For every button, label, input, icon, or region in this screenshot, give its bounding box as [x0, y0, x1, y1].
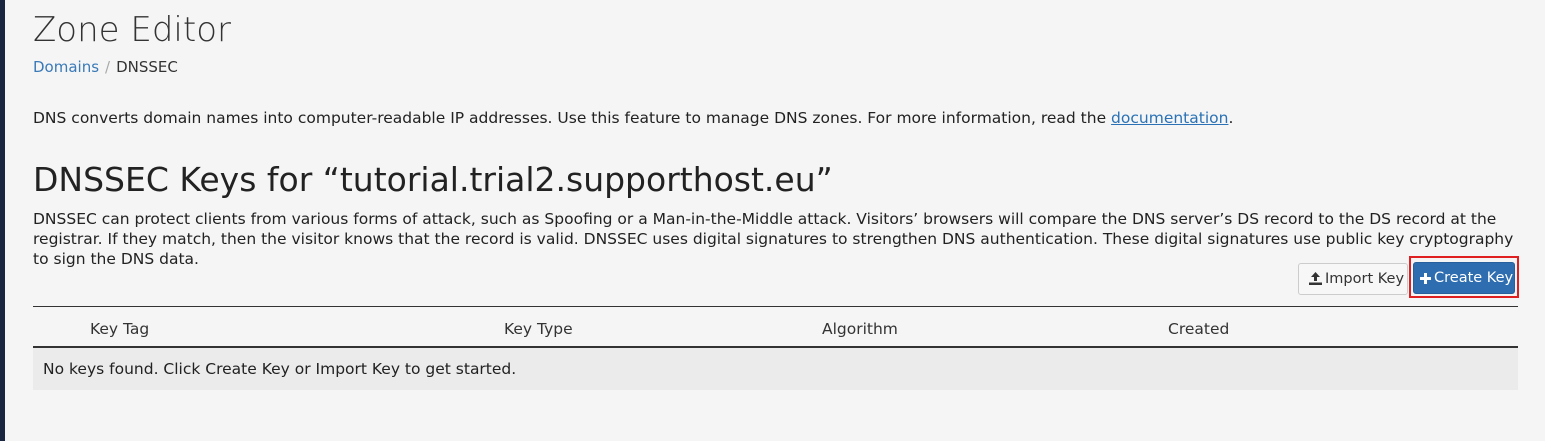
intro-suffix: . — [1228, 109, 1234, 127]
dnssec-keys-table: Key Tag Key Type Algorithm Created No ke… — [33, 306, 1518, 390]
breadcrumb: Domains / DNSSEC — [33, 57, 178, 77]
left-sidebar-rail — [0, 0, 5, 441]
column-header-created[interactable]: Created — [1168, 319, 1229, 339]
create-key-label: Create Key — [1434, 270, 1514, 286]
plus-icon — [1420, 273, 1431, 284]
documentation-link[interactable]: documentation — [1111, 109, 1228, 127]
intro-text: DNS converts domain names into computer-… — [33, 109, 1112, 127]
column-header-key-tag[interactable]: Key Tag — [90, 319, 149, 339]
breadcrumb-domains-link[interactable]: Domains — [33, 58, 99, 76]
column-header-algorithm[interactable]: Algorithm — [822, 319, 898, 339]
page-title: Zone Editor — [33, 10, 231, 50]
dnssec-keys-heading: DNSSEC Keys for “tutorial.trial2.support… — [33, 160, 833, 199]
import-key-button[interactable]: Import Key — [1298, 263, 1408, 295]
zone-editor-page: Zone Editor Domains / DNSSEC DNS converts … — [0, 0, 1545, 441]
create-key-button[interactable]: Create Key — [1413, 262, 1515, 294]
breadcrumb-separator: / — [105, 58, 111, 76]
table-header: Key Tag Key Type Algorithm Created — [33, 306, 1518, 348]
breadcrumb-current: DNSSEC — [116, 58, 178, 76]
intro-paragraph: DNS converts domain names into computer-… — [33, 108, 1233, 128]
column-header-key-type[interactable]: Key Type — [504, 319, 573, 339]
empty-table-message: No keys found. Click Create Key or Impor… — [33, 348, 1518, 390]
upload-icon — [1309, 272, 1322, 285]
import-key-label: Import Key — [1325, 271, 1405, 287]
dnssec-description: DNSSEC can protect clients from various … — [33, 210, 1514, 268]
